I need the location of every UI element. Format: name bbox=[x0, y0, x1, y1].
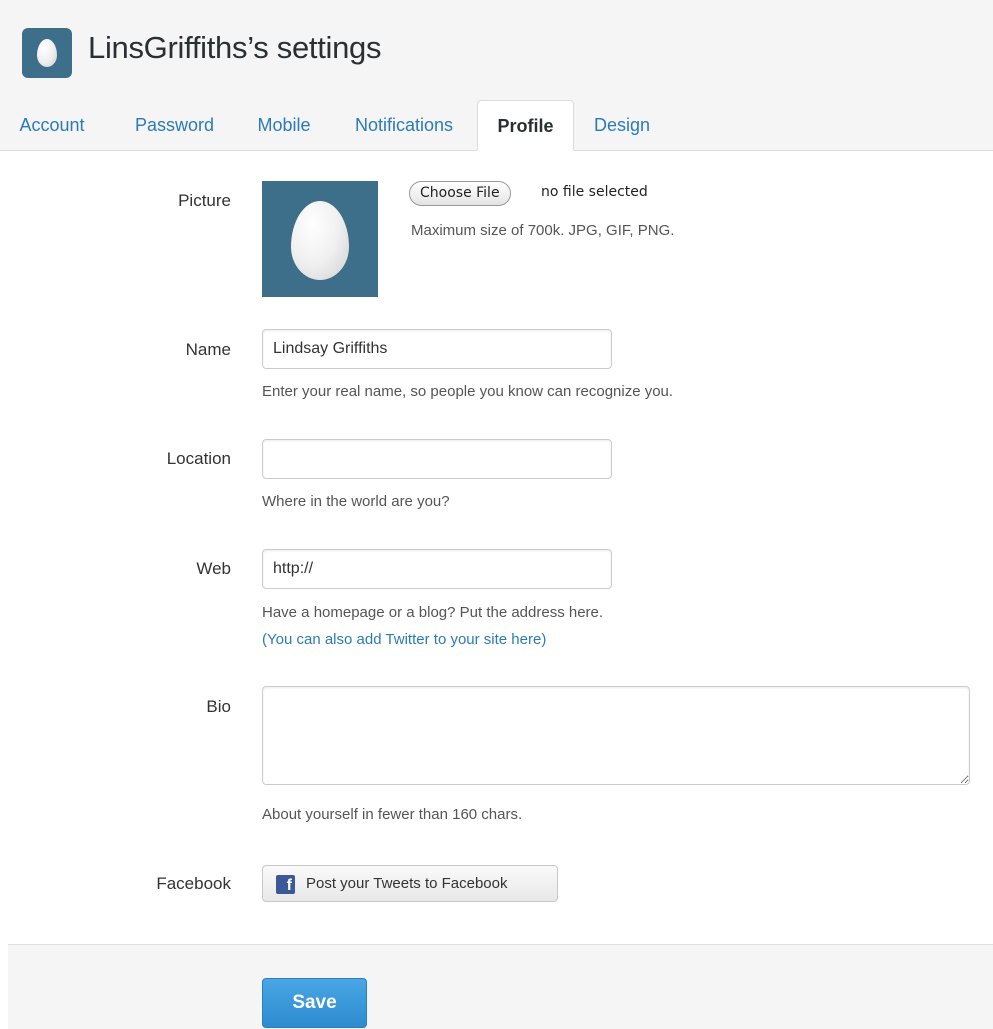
picture-label: Picture bbox=[178, 191, 231, 210]
egg-avatar-icon bbox=[291, 201, 349, 280]
facebook-icon: f bbox=[276, 875, 295, 894]
file-status: no file selected bbox=[541, 184, 648, 200]
form-footer bbox=[8, 944, 993, 1029]
tab-design[interactable]: Design bbox=[590, 100, 654, 150]
tab-password[interactable]: Password bbox=[128, 100, 221, 150]
post-tweets-to-facebook-button[interactable]: f Post your Tweets to Facebook bbox=[262, 865, 558, 902]
name-label: Name bbox=[185, 340, 231, 359]
save-button[interactable]: Save bbox=[262, 978, 367, 1028]
avatar bbox=[22, 28, 72, 78]
tab-mobile[interactable]: Mobile bbox=[252, 100, 316, 150]
tab-notifications[interactable]: Notifications bbox=[346, 100, 462, 150]
name-help: Enter your real name, so people you know… bbox=[262, 383, 674, 400]
facebook-label: Facebook bbox=[156, 874, 231, 893]
web-help: Have a homepage or a blog? Put the addre… bbox=[262, 604, 604, 621]
tab-account[interactable]: Account bbox=[8, 100, 96, 150]
egg-avatar-icon bbox=[37, 39, 57, 67]
tab-profile[interactable]: Profile bbox=[477, 100, 574, 151]
facebook-button-label: Post your Tweets to Facebook bbox=[306, 875, 508, 892]
location-label: Location bbox=[166, 449, 231, 468]
location-field[interactable] bbox=[262, 439, 612, 479]
web-field[interactable] bbox=[262, 549, 612, 589]
settings-header: LinsGriffiths’s settings Account Passwor… bbox=[0, 0, 993, 151]
add-twitter-to-site-link[interactable]: (You can also add Twitter to your site h… bbox=[262, 631, 546, 648]
bio-help: About yourself in fewer than 160 chars. bbox=[262, 806, 523, 823]
bio-field[interactable] bbox=[262, 686, 970, 785]
choose-file-button[interactable]: Choose File bbox=[409, 181, 511, 206]
page-title: LinsGriffiths’s settings bbox=[88, 30, 382, 65]
web-label: Web bbox=[196, 559, 231, 578]
bio-label: Bio bbox=[206, 697, 231, 716]
profile-picture bbox=[262, 181, 378, 297]
name-field[interactable] bbox=[262, 329, 612, 369]
picture-size-note: Maximum size of 700k. JPG, GIF, PNG. bbox=[411, 222, 675, 239]
location-help: Where in the world are you? bbox=[262, 493, 450, 510]
